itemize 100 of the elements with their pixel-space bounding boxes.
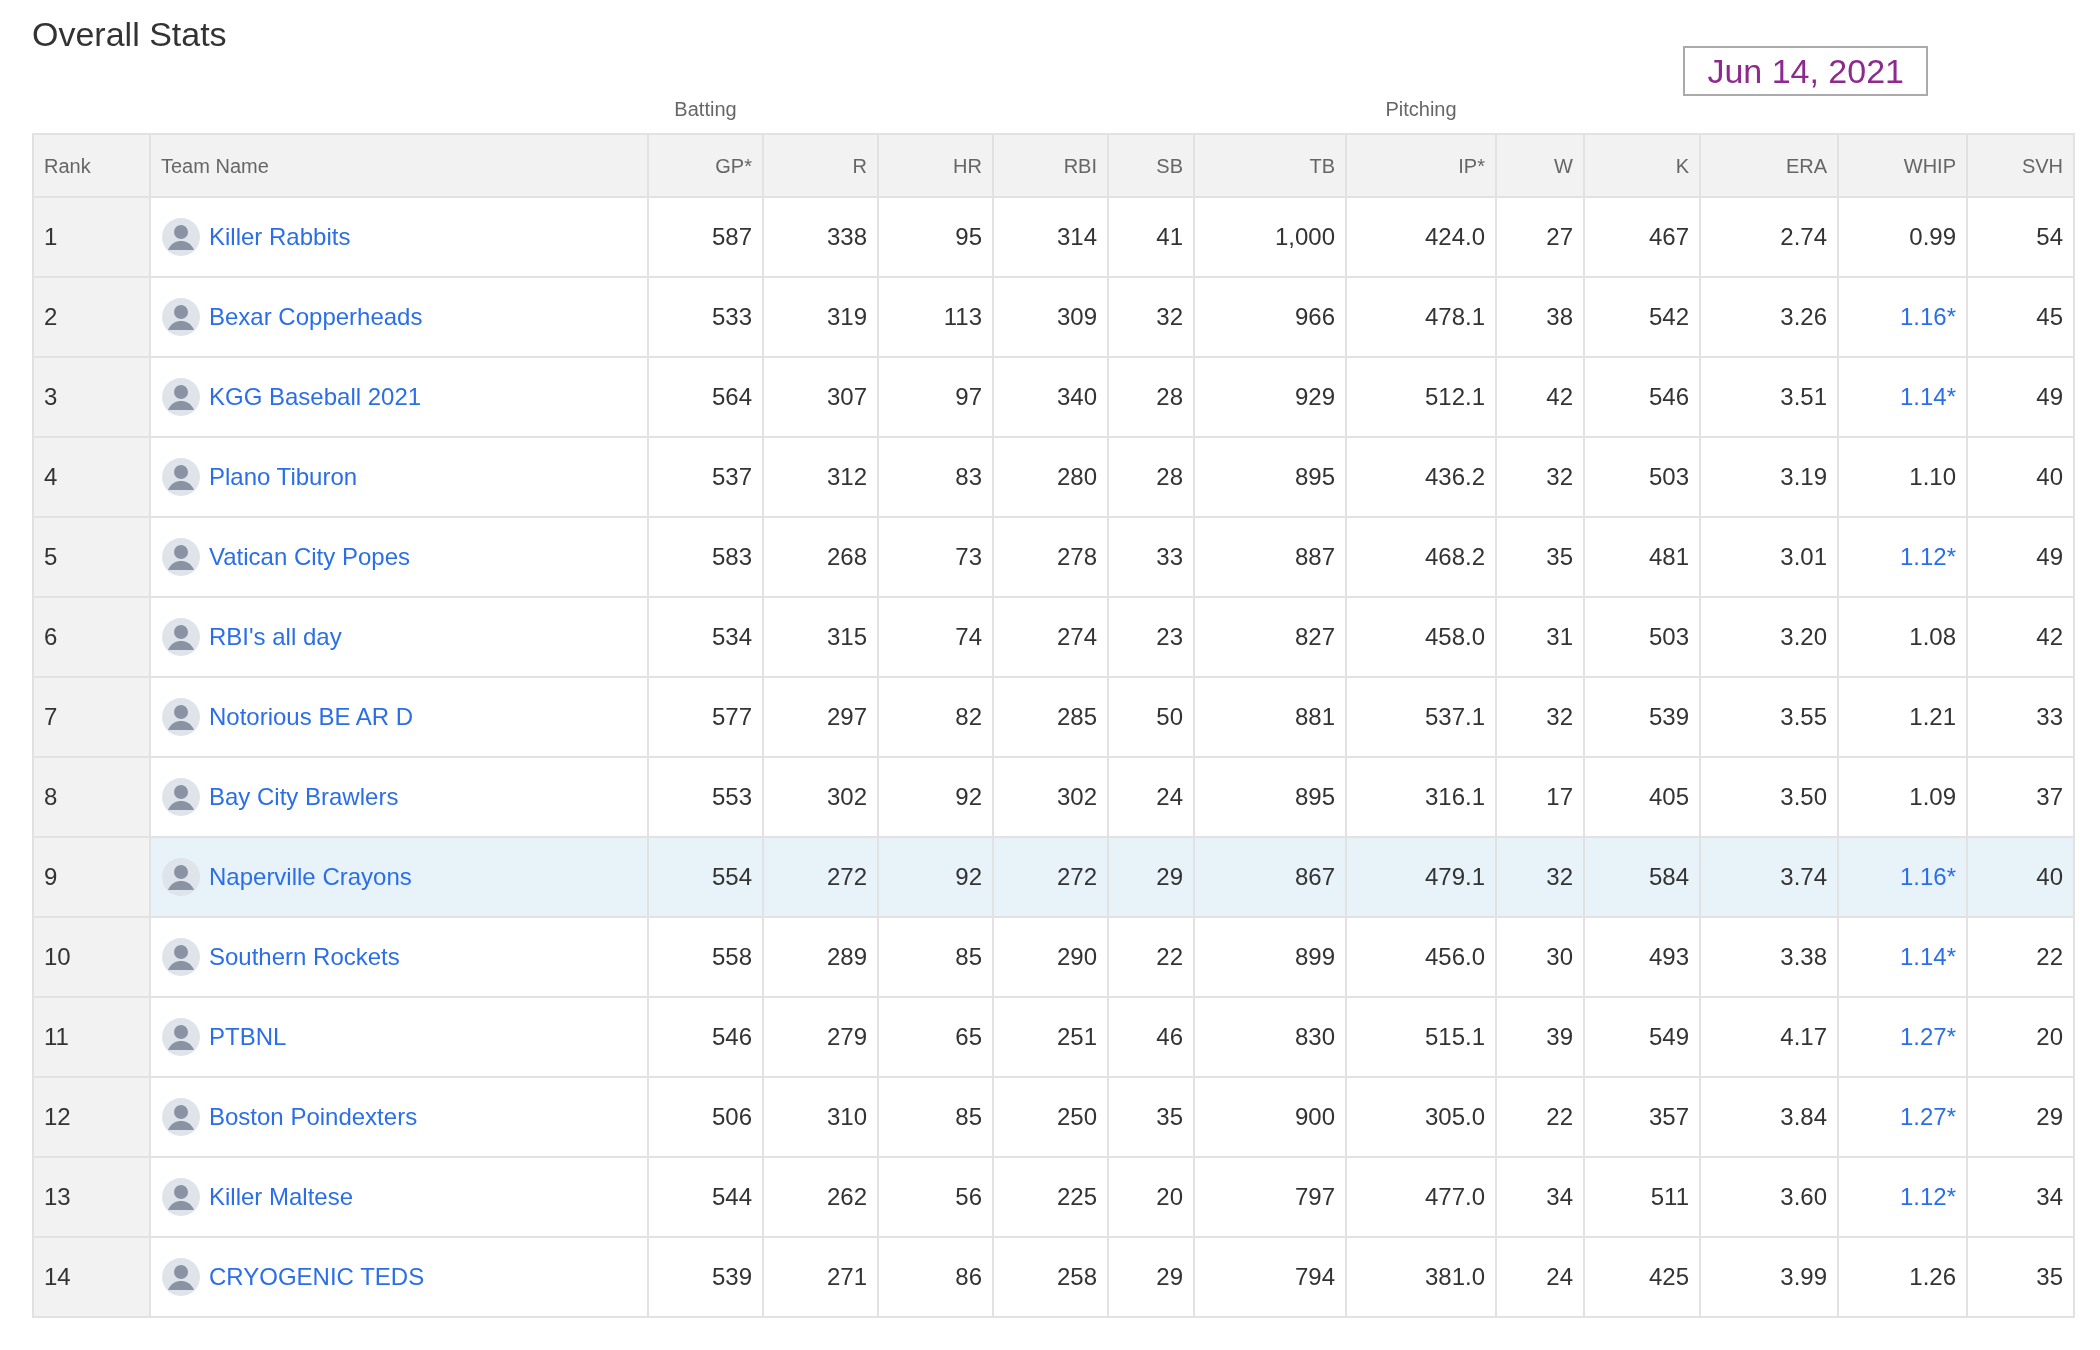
stat-cell: 113 <box>878 277 993 357</box>
stat-cell: 305.0 <box>1346 1077 1496 1157</box>
rank-cell: 1 <box>33 197 150 277</box>
column-header[interactable]: TB <box>1194 134 1346 197</box>
rank-cell: 9 <box>33 837 150 917</box>
column-header[interactable]: IP* <box>1346 134 1496 197</box>
stat-cell: 83 <box>878 437 993 517</box>
stat-cell: 3.38 <box>1700 917 1838 997</box>
stat-cell: 22 <box>1967 917 2074 997</box>
whip-link[interactable]: 1.16* <box>1899 863 1956 890</box>
stat-cell: 33 <box>1108 517 1194 597</box>
stat-cell: 85 <box>878 1077 993 1157</box>
column-header[interactable]: R <box>763 134 878 197</box>
stat-cell: 258 <box>993 1237 1108 1317</box>
rank-cell: 7 <box>33 677 150 757</box>
team-logo-icon <box>161 1177 201 1217</box>
whip-link[interactable]: 1.14* <box>1899 383 1956 410</box>
stat-cell: 49 <box>1967 517 2074 597</box>
column-header[interactable]: WHIP <box>1838 134 1967 197</box>
team-link[interactable]: Bay City Brawlers <box>209 779 399 815</box>
stat-cell: 29 <box>1967 1077 2074 1157</box>
stat-cell: 479.1 <box>1346 837 1496 917</box>
rank-cell: 13 <box>33 1157 150 1237</box>
stat-cell: 22 <box>1108 917 1194 997</box>
team-logo-icon <box>161 297 201 337</box>
stat-cell: 1.08 <box>1838 597 1967 677</box>
stat-cell: 425 <box>1584 1237 1700 1317</box>
stat-cell: 477.0 <box>1346 1157 1496 1237</box>
stat-cell: 381.0 <box>1346 1237 1496 1317</box>
stat-cell: 1.10 <box>1838 437 1967 517</box>
page-title: Overall Stats <box>32 14 227 55</box>
stat-cell: 511 <box>1584 1157 1700 1237</box>
stat-cell: 2.74 <box>1700 197 1838 277</box>
column-header[interactable]: HR <box>878 134 993 197</box>
stat-cell: 506 <box>648 1077 763 1157</box>
team-link[interactable]: Naperville Crayons <box>209 859 412 895</box>
stat-cell: 86 <box>878 1237 993 1317</box>
whip-link[interactable]: 1.27* <box>1899 1023 1956 1050</box>
stat-cell: 24 <box>1496 1237 1584 1317</box>
stat-cell: 468.2 <box>1346 517 1496 597</box>
stat-cell: 546 <box>648 997 763 1077</box>
team-link[interactable]: Boston Poindexters <box>209 1099 418 1135</box>
stat-cell: 533 <box>648 277 763 357</box>
column-header[interactable]: GP* <box>648 134 763 197</box>
stat-cell: 65 <box>878 997 993 1077</box>
whip-link[interactable]: 1.12* <box>1899 1183 1956 1210</box>
rank-cell: 5 <box>33 517 150 597</box>
column-header[interactable]: K <box>1584 134 1700 197</box>
team-link[interactable]: KGG Baseball 2021 <box>209 379 422 415</box>
stat-cell: 278 <box>993 517 1108 597</box>
stat-cell: 481 <box>1584 517 1700 597</box>
stat-cell: 32 <box>1496 837 1584 917</box>
column-header[interactable]: RBI <box>993 134 1108 197</box>
stat-cell: 279 <box>763 997 878 1077</box>
whip-link[interactable]: 1.14* <box>1899 943 1956 970</box>
team-link[interactable]: Killer Rabbits <box>209 219 351 255</box>
stat-cell: 0.99 <box>1838 197 1967 277</box>
stat-cell: 49 <box>1967 357 2074 437</box>
column-header[interactable]: ERA <box>1700 134 1838 197</box>
stat-cell: 290 <box>993 917 1108 997</box>
stat-cell: 272 <box>763 837 878 917</box>
stat-cell: 225 <box>993 1157 1108 1237</box>
column-header[interactable]: SB <box>1108 134 1194 197</box>
stat-cell: 539 <box>1584 677 1700 757</box>
whip-link[interactable]: 1.27* <box>1899 1103 1956 1130</box>
stat-cell: 503 <box>1584 597 1700 677</box>
stat-cell: 309 <box>993 277 1108 357</box>
stat-cell: 583 <box>648 517 763 597</box>
column-header[interactable]: Team Name <box>150 134 648 197</box>
team-link[interactable]: Bexar Copperheads <box>209 299 423 335</box>
stat-cell: 881 <box>1194 677 1346 757</box>
column-header[interactable]: Rank <box>33 134 150 197</box>
team-link[interactable]: Vatican City Popes <box>209 539 410 575</box>
column-header[interactable]: SVH <box>1967 134 2074 197</box>
team-link[interactable]: RBI's all day <box>209 619 342 655</box>
team-link[interactable]: PTBNL <box>209 1019 287 1055</box>
team-logo-icon <box>161 777 201 817</box>
team-link[interactable]: Notorious BE AR D <box>209 699 414 735</box>
stat-cell: 456.0 <box>1346 917 1496 997</box>
stat-cell: 554 <box>648 837 763 917</box>
stat-cell: 312 <box>763 437 878 517</box>
stat-cell: 251 <box>993 997 1108 1077</box>
team-link[interactable]: Southern Rockets <box>209 939 400 975</box>
stat-cell: 515.1 <box>1346 997 1496 1077</box>
stat-cell: 319 <box>763 277 878 357</box>
stat-cell: 45 <box>1967 277 2074 357</box>
stat-cell: 274 <box>993 597 1108 677</box>
team-link[interactable]: CRYOGENIC TEDS <box>209 1259 425 1295</box>
whip-link[interactable]: 1.16* <box>1899 303 1956 330</box>
whip-link[interactable]: 1.12* <box>1899 543 1956 570</box>
stat-cell: 3.26 <box>1700 277 1838 357</box>
stat-cell: 577 <box>648 677 763 757</box>
stat-cell: 250 <box>993 1077 1108 1157</box>
team-link[interactable]: Plano Tiburon <box>209 459 358 495</box>
column-header[interactable]: W <box>1496 134 1584 197</box>
team-link[interactable]: Killer Maltese <box>209 1179 354 1215</box>
stat-cell: 268 <box>763 517 878 597</box>
stat-cell: 20 <box>1967 997 2074 1077</box>
stat-cell: 546 <box>1584 357 1700 437</box>
group-heading: Batting <box>674 97 737 120</box>
